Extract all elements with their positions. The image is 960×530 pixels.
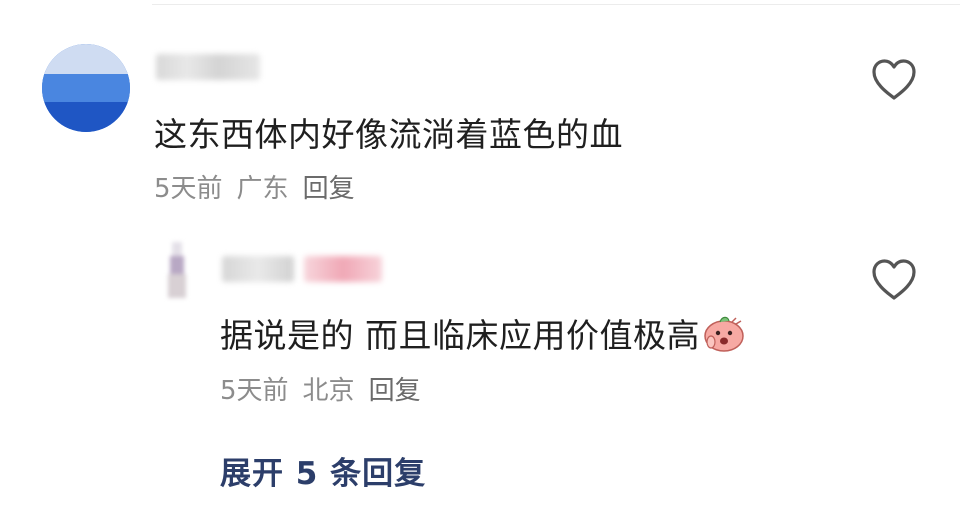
comment-location: 广东 — [236, 174, 289, 204]
reply-text: 据说是的 而且临床应用价值极高 — [220, 316, 700, 355]
top-divider — [152, 4, 960, 5]
shocked-face-emoji-icon — [704, 316, 744, 352]
reply-text-container: 据说是的 而且临床应用价值极高 — [220, 309, 746, 357]
comment-time: 5天前 — [154, 174, 223, 204]
comment-text: 这东西体内好像流淌着蓝色的血 — [154, 115, 623, 154]
reply-meta: 5天前 北京 回复 — [220, 370, 435, 407]
reply-location: 北京 — [302, 376, 355, 406]
comment-meta: 5天前 广东 回复 — [154, 168, 369, 205]
replier-name-blurred[interactable] — [222, 256, 294, 282]
reply-reply-button[interactable]: 回复 — [369, 376, 421, 406]
commenter-avatar[interactable] — [42, 44, 130, 132]
reply-time: 5天前 — [220, 376, 289, 406]
author-badge-blurred — [304, 256, 382, 282]
heart-icon[interactable] — [870, 258, 918, 302]
replier-avatar[interactable] — [160, 242, 194, 300]
comment-reply-button[interactable]: 回复 — [303, 174, 355, 204]
heart-icon[interactable] — [870, 58, 918, 102]
commenter-name-blurred[interactable] — [156, 54, 260, 80]
expand-replies-button[interactable]: 展开 5 条回复 — [220, 448, 426, 493]
